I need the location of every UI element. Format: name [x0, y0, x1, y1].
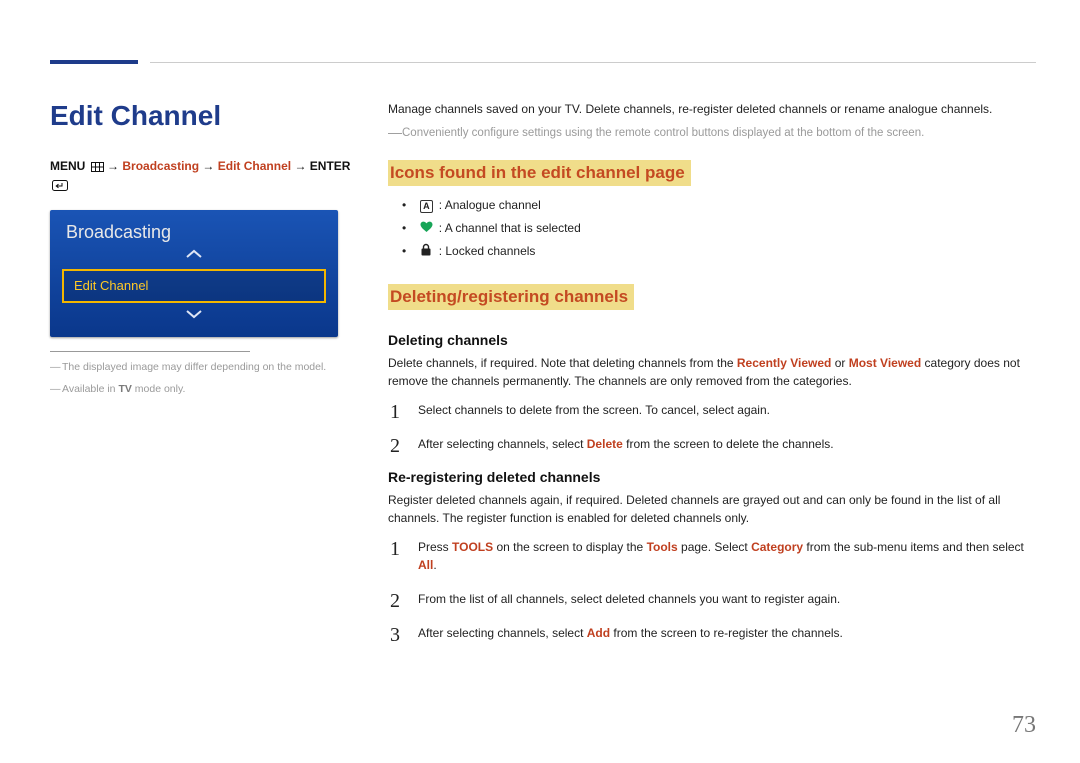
legend-selected-text: : A channel that is selected	[439, 221, 581, 235]
legend-locked-text: : Locked channels	[439, 244, 536, 258]
icon-legend-list: • A : Analogue channel • : A channel tha…	[388, 194, 1036, 264]
legend-analogue-text: : Analogue channel	[439, 198, 541, 212]
section-icons-heading: Icons found in the edit channel page	[388, 160, 691, 186]
t: from the screen to delete the channels.	[623, 437, 834, 451]
t: .	[433, 558, 436, 572]
breadcrumb-sep: →	[294, 159, 306, 173]
t-hl: Recently Viewed	[737, 356, 832, 370]
t: After selecting channels, select	[418, 437, 587, 451]
breadcrumb-sep: →	[202, 159, 214, 173]
legend-analogue: • A : Analogue channel	[402, 194, 1036, 217]
t: After selecting channels, select	[418, 626, 587, 640]
t: on the screen to display the	[493, 540, 646, 554]
enter-icon	[52, 179, 68, 196]
intro-line-2: ―Conveniently configure settings using t…	[388, 124, 1036, 140]
t: Delete channels, if required. Note that …	[388, 356, 737, 370]
breadcrumb: MENU → Broadcasting → Edit Channel → ENT…	[50, 158, 360, 196]
tv-panel-title: Broadcasting	[60, 218, 328, 245]
heart-icon	[417, 218, 435, 241]
t-hl: TOOLS	[452, 540, 493, 554]
rereg-step-1: Press TOOLS on the screen to display the…	[388, 538, 1036, 574]
note-model-differs: ―The displayed image may differ dependin…	[50, 360, 360, 375]
note-text-pre: Available in	[62, 383, 118, 395]
tv-menu-panel: Broadcasting Edit Channel	[50, 210, 338, 337]
rereg-para: Register deleted channels again, if requ…	[388, 491, 1036, 528]
page-title: Edit Channel	[50, 100, 360, 132]
note-text: The displayed image may differ depending…	[62, 361, 326, 373]
t: from the sub-menu items and then select	[803, 540, 1024, 554]
note-text-bold: TV	[118, 383, 131, 395]
page-number: 73	[1012, 712, 1036, 739]
t: page. Select	[678, 540, 751, 554]
intro-line-2-text: Conveniently configure settings using th…	[402, 127, 924, 139]
t: or	[831, 356, 848, 370]
menu-grid-icon	[91, 160, 104, 177]
section-delreg-heading: Deleting/registering channels	[388, 284, 634, 310]
t: from the screen to re-register the chann…	[610, 626, 843, 640]
breadcrumb-enter-label: ENTER	[310, 159, 351, 173]
breadcrumb-item-broadcasting: Broadcasting	[122, 159, 199, 173]
chevron-down-icon	[60, 305, 328, 327]
legend-locked: • : Locked channels	[402, 240, 1036, 263]
chevron-up-icon	[60, 245, 328, 267]
t-hl: Add	[587, 626, 610, 640]
intro-line-1: Manage channels saved on your TV. Delete…	[388, 100, 1036, 118]
t-hl: All	[418, 558, 433, 572]
breadcrumb-item-edit-channel: Edit Channel	[218, 159, 291, 173]
notes-divider	[50, 351, 250, 352]
subhead-rereg: Re-registering deleted channels	[388, 469, 1036, 485]
deleting-step-1: Select channels to delete from the scree…	[388, 401, 1036, 419]
deleting-steps: Select channels to delete from the scree…	[388, 401, 1036, 453]
note-text-post: mode only.	[132, 383, 186, 395]
tv-panel-selected-label: Edit Channel	[74, 278, 148, 293]
subhead-deleting: Deleting channels	[388, 332, 1036, 348]
rereg-step-3: After selecting channels, select Add fro…	[388, 624, 1036, 642]
t-hl: Delete	[587, 437, 623, 451]
note-tv-mode: ―Available in TV mode only.	[50, 382, 360, 397]
rereg-step-2: From the list of all channels, select de…	[388, 590, 1036, 608]
t-hl: Most Viewed	[849, 356, 921, 370]
rereg-steps: Press TOOLS on the screen to display the…	[388, 538, 1036, 642]
tv-panel-selected-item: Edit Channel	[62, 269, 326, 303]
t-hl: Tools	[647, 540, 678, 554]
lock-icon	[417, 241, 435, 264]
legend-selected: • : A channel that is selected	[402, 217, 1036, 240]
deleting-step-2: After selecting channels, select Delete …	[388, 435, 1036, 453]
t: Press	[418, 540, 452, 554]
breadcrumb-menu-label: MENU	[50, 159, 85, 173]
breadcrumb-sep: →	[107, 159, 119, 173]
t-hl: Category	[751, 540, 803, 554]
deleting-para: Delete channels, if required. Note that …	[388, 354, 1036, 391]
analogue-a-icon: A	[417, 194, 435, 217]
top-rule	[50, 40, 1036, 64]
